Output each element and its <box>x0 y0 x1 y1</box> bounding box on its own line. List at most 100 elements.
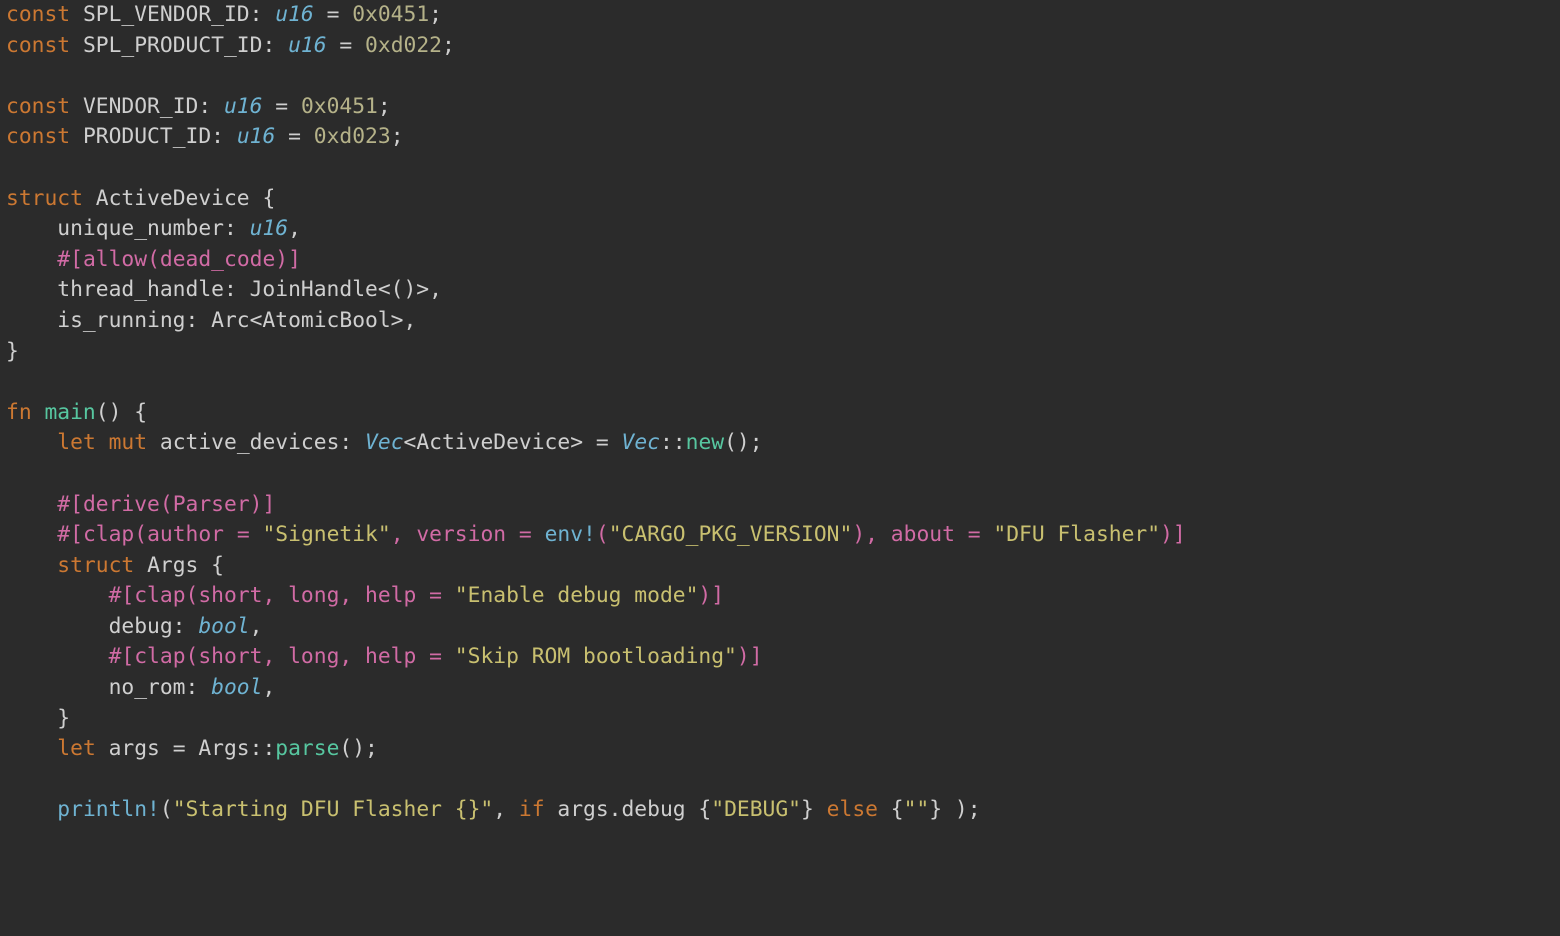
code-token: fn <box>6 400 44 425</box>
code-token: ) <box>698 583 711 608</box>
code-token: = <box>327 33 365 58</box>
code-line[interactable]: fn main() { <box>6 400 147 425</box>
code-line[interactable]: is_running: Arc<AtomicBool>, <box>6 308 416 333</box>
code-token: } <box>6 706 70 731</box>
code-token <box>6 736 57 761</box>
code-token: #[ <box>57 247 83 272</box>
code-token: :: <box>660 430 686 455</box>
code-token: u16 <box>288 33 326 58</box>
code-token: Args <box>147 553 211 578</box>
code-editor[interactable]: const SPL_VENDOR_ID: u16 = 0x0451; const… <box>0 0 1560 826</box>
code-token: mut <box>109 430 160 455</box>
code-token: ] <box>750 644 763 669</box>
code-token: ] <box>262 492 275 517</box>
code-token: no_rom: <box>6 675 211 700</box>
code-token: ] <box>288 247 301 272</box>
code-token: "Enable debug mode" <box>455 583 699 608</box>
code-line[interactable]: #[allow(dead_code)] <box>6 247 301 272</box>
code-token: ; <box>391 124 404 149</box>
code-token: u16 <box>237 124 275 149</box>
code-token: : <box>211 124 237 149</box>
code-line[interactable]: let mut active_devices: Vec<ActiveDevice… <box>6 430 763 455</box>
code-token: = <box>262 94 300 119</box>
code-token <box>6 797 57 822</box>
code-token: ( <box>186 583 199 608</box>
code-line[interactable]: no_rom: bool, <box>6 675 275 700</box>
code-token: if <box>519 797 557 822</box>
code-token: const <box>6 2 83 27</box>
code-token: SPL_PRODUCT_ID <box>83 33 263 58</box>
code-token: main <box>44 400 95 425</box>
code-token: "Starting DFU Flasher {}" <box>173 797 494 822</box>
code-line[interactable]: struct Args { <box>6 553 224 578</box>
code-line[interactable]: println!("Starting DFU Flasher {}", if a… <box>6 797 981 822</box>
code-token: (); <box>339 736 377 761</box>
code-token: ( <box>186 644 199 669</box>
code-line[interactable]: unique_number: u16, <box>6 216 301 241</box>
code-line[interactable]: #[clap(author = "Signetik", version = en… <box>6 522 1186 547</box>
code-token: u16 <box>224 94 262 119</box>
code-token: { <box>211 553 224 578</box>
code-token <box>6 522 57 547</box>
code-token: derive <box>83 492 160 517</box>
code-token: 0x0451 <box>352 2 429 27</box>
code-token: struct <box>57 553 147 578</box>
code-token: parse <box>275 736 339 761</box>
code-line[interactable]: const VENDOR_ID: u16 = 0x0451; <box>6 94 391 119</box>
code-token: unique_number: <box>6 216 250 241</box>
code-token: const <box>6 124 83 149</box>
code-line[interactable]: const SPL_PRODUCT_ID: u16 = 0xd022; <box>6 33 455 58</box>
code-token: allow <box>83 247 147 272</box>
code-token: , <box>250 614 263 639</box>
code-token: 0xd022 <box>365 33 442 58</box>
code-line[interactable]: #[clap(short, long, help = "Skip ROM boo… <box>6 644 763 669</box>
code-token: ] <box>711 583 724 608</box>
code-token: is_running: Arc<AtomicBool>, <box>6 308 416 333</box>
code-token: : <box>198 94 224 119</box>
code-token <box>6 644 109 669</box>
code-token: , version = <box>391 522 545 547</box>
code-token: "Signetik" <box>262 522 390 547</box>
code-token: Vec <box>365 430 403 455</box>
code-token: { <box>891 797 904 822</box>
code-token: args.debug <box>557 797 698 822</box>
code-line[interactable]: const PRODUCT_ID: u16 = 0xd023; <box>6 124 404 149</box>
code-line[interactable]: } <box>6 706 70 731</box>
code-token: struct <box>6 186 96 211</box>
code-line[interactable]: struct ActiveDevice { <box>6 186 275 211</box>
code-token: debug: <box>6 614 198 639</box>
code-token: : <box>262 33 288 58</box>
code-token: ( <box>147 247 160 272</box>
code-line[interactable]: debug: bool, <box>6 614 262 639</box>
code-token: = <box>275 124 313 149</box>
code-token: author = <box>147 522 262 547</box>
code-token: println! <box>57 797 160 822</box>
code-token: "" <box>904 797 930 822</box>
code-token: env! <box>545 522 596 547</box>
code-token: ) <box>1160 522 1173 547</box>
code-token: VENDOR_ID <box>83 94 198 119</box>
code-token: Vec <box>622 430 660 455</box>
code-token: ( <box>596 522 609 547</box>
code-token: ( <box>160 492 173 517</box>
code-token: "DEBUG" <box>711 797 801 822</box>
code-line[interactable]: } <box>6 339 19 364</box>
code-token: args = Args:: <box>109 736 276 761</box>
code-token: #[ <box>109 583 135 608</box>
code-token <box>6 583 109 608</box>
code-line[interactable]: thread_handle: JoinHandle<()>, <box>6 277 442 302</box>
code-line[interactable]: #[derive(Parser)] <box>6 492 275 517</box>
code-line[interactable]: let args = Args::parse(); <box>6 736 378 761</box>
code-token: bool <box>198 614 249 639</box>
code-token: Parser <box>173 492 250 517</box>
code-token: new <box>686 430 724 455</box>
code-token: 0x0451 <box>301 94 378 119</box>
code-token: } <box>801 797 827 822</box>
code-token: u16 <box>250 216 288 241</box>
code-line[interactable]: #[clap(short, long, help = "Enable debug… <box>6 583 724 608</box>
code-line[interactable]: const SPL_VENDOR_ID: u16 = 0x0451; <box>6 2 442 27</box>
code-token <box>6 430 57 455</box>
code-token: 0xd023 <box>314 124 391 149</box>
code-token: ActiveDevice <box>96 186 263 211</box>
code-token: , <box>262 675 275 700</box>
